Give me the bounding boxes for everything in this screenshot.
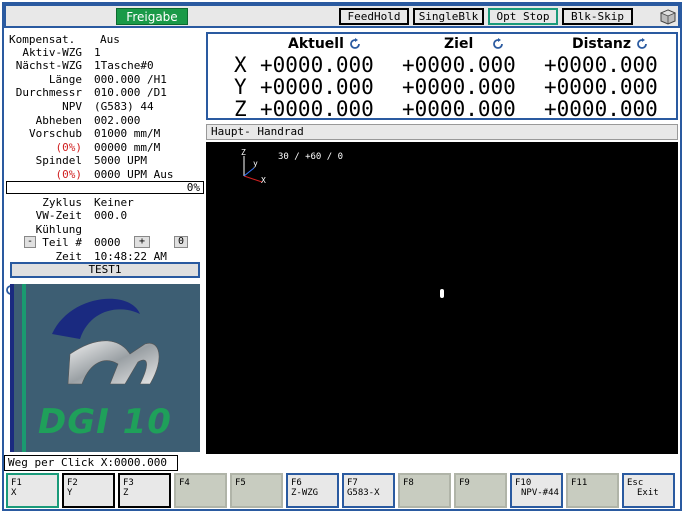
info-row-abheben: Abheben 002.000 <box>35 114 141 127</box>
info-row-spindel: Spindel 5000 UPM <box>35 154 147 167</box>
gizmo-x-label: X <box>261 176 266 185</box>
f6-key[interactable]: F6 Z-WZG <box>286 473 339 508</box>
teil-reset-button[interactable]: 0 <box>174 236 188 248</box>
z-aktuell-value[interactable]: +0000.000 <box>260 98 374 120</box>
info-row-durchmesser: Durchmessr 010.000 /D1 <box>15 86 167 99</box>
info-row-npv: NPV (G583) 44 <box>62 100 154 113</box>
logo-text: DGI 10 <box>38 402 172 442</box>
axis-label-x: X <box>234 53 247 77</box>
info-row-zyklus: Zyklus Keiner <box>42 196 134 209</box>
refresh-aktuell-icon[interactable] <box>349 38 361 50</box>
program-progress-bar: 0% <box>6 181 204 194</box>
axis-label-z: Z <box>234 97 247 121</box>
info-row-teil: - Teil # 0000 + 0 <box>4 236 206 249</box>
f10-key[interactable]: F10 NPV-#44 <box>510 473 563 508</box>
position-display: Aktuell Ziel Distanz X +0000.000 +0000.0… <box>206 32 678 120</box>
handrad-label: Haupt- Handrad <box>206 124 678 140</box>
y-aktuell-value[interactable]: +0000.000 <box>260 76 374 98</box>
info-row-aktiv-wzg: Aktiv-WZG 1 <box>22 46 101 59</box>
info-row-laenge: Länge 000.000 /H1 <box>48 73 167 86</box>
f5-key[interactable]: F5 <box>230 473 283 508</box>
status-info-panel: Kompensat. Aus Aktiv-WZG 1 Nächst-WZG 1Tasc… <box>4 30 206 280</box>
teil-plus-button[interactable]: + <box>134 236 150 248</box>
f7-key[interactable]: F7 G583-X <box>342 473 395 508</box>
f1-key[interactable]: F1 X <box>6 473 59 508</box>
tool-marker <box>440 289 444 298</box>
f9-key[interactable]: F9 <box>454 473 507 508</box>
info-row-naechst-wzg: Nächst-WZG 1Tasche#0 <box>15 59 154 72</box>
f4-key[interactable]: F4 <box>174 473 227 508</box>
refresh-distanz-icon[interactable] <box>636 38 648 50</box>
f8-key[interactable]: F8 <box>398 473 451 508</box>
x-ziel-value[interactable]: +0000.000 <box>402 54 516 76</box>
toolpath-canvas[interactable]: Z y X 30 / +60 / 0 <box>206 142 678 454</box>
header-distanz: Distanz <box>572 36 648 52</box>
x-aktuell-value[interactable]: +0000.000 <box>260 54 374 76</box>
header-aktuell: Aktuell <box>288 36 361 52</box>
cube-view-icon[interactable] <box>660 9 676 25</box>
freigabe-indicator[interactable]: Freigabe <box>116 8 188 25</box>
teil-minus-button[interactable]: - <box>24 236 36 248</box>
dgi-logo: DGI 10 <box>10 284 200 452</box>
x-distanz-value: +0000.000 <box>544 53 658 77</box>
feedhold-button[interactable]: FeedHold <box>339 8 409 25</box>
info-row-kompensation: Kompensat. Aus <box>9 33 120 46</box>
program-name-field[interactable]: TEST1 <box>10 262 200 278</box>
info-row-vorschub: Vorschub 01000 mm/M <box>29 127 161 140</box>
view-angles: 30 / +60 / 0 <box>278 152 344 162</box>
z-ziel-value[interactable]: +0000.000 <box>402 98 516 120</box>
blk-skip-button[interactable]: Blk-Skip <box>562 8 633 25</box>
top-toolbar: Freigabe FeedHold SingleBlk Opt Stop Blk… <box>4 4 680 28</box>
info-row-vw-zeit: VW-Zeit 000.0 <box>35 209 128 222</box>
axis-label-y: Y <box>234 75 247 99</box>
z-distanz-value: +0000.000 <box>544 97 658 121</box>
f3-key[interactable]: F3 Z <box>118 473 171 508</box>
function-key-bar: F1 X F2 Y F3 Z F4 F5 F6 Z-WZG F7 G583-X F8 F9… <box>6 473 678 509</box>
f11-key[interactable]: F11 <box>566 473 619 508</box>
f2-key[interactable]: F2 Y <box>62 473 115 508</box>
info-row-spindel-override: (0%) 0000 UPM Aus <box>55 168 174 181</box>
info-row-kuehlung: Kühlung <box>35 223 82 236</box>
axis-gizmo: Z y X <box>241 148 444 298</box>
weg-per-click-field[interactable]: Weg per Click X:0000.000 <box>4 455 178 471</box>
y-distanz-value: +0000.000 <box>544 75 658 99</box>
info-row-vorschub-override: (0%) 00000 mm/M <box>55 141 161 154</box>
singleblk-button[interactable]: SingleBlk <box>413 8 484 25</box>
refresh-ziel-icon[interactable] <box>492 38 504 50</box>
esc-key[interactable]: Esc Exit <box>622 473 675 508</box>
header-ziel: Ziel <box>444 36 504 52</box>
opt-stop-button[interactable]: Opt Stop <box>488 8 558 25</box>
gizmo-z-label: Z <box>241 148 246 157</box>
gizmo-y-label: y <box>253 159 258 168</box>
y-ziel-value[interactable]: +0000.000 <box>402 76 516 98</box>
